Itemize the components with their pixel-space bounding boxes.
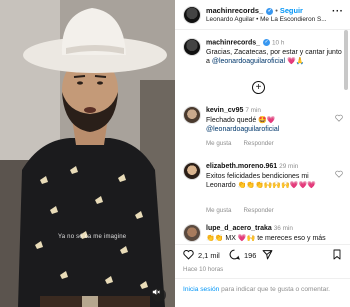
post-header: machinrecords_ ✓ • Seguir Leonardo Aguil…	[175, 0, 350, 30]
comment-text: Flechado quedé 🤩💗 @leonardoaguilaroficia…	[206, 116, 334, 134]
caption-time: 10 h	[272, 39, 285, 47]
more-options-icon[interactable]: ···	[332, 6, 344, 17]
reel-video[interactable]: Ya no sé ca me imagine	[0, 0, 175, 307]
video-frame-illustration	[0, 0, 175, 307]
like-heart-icon[interactable]	[183, 249, 194, 260]
caption-username[interactable]: machinrecords_	[206, 39, 260, 46]
avatar[interactable]	[183, 224, 201, 242]
header-username[interactable]: machinrecords_	[206, 6, 263, 15]
verified-badge-icon: ✓	[266, 7, 274, 15]
caption-mention-link[interactable]: @leonardoaguilaroficial	[212, 58, 285, 65]
muted-speaker-icon	[152, 289, 160, 295]
comments-scrollbar[interactable]	[344, 30, 348, 240]
avatar[interactable]	[183, 6, 201, 24]
likes-count[interactable]: 2,1 mil	[198, 251, 220, 260]
separator: •	[275, 6, 278, 15]
video-overlay-caption: Ya no sé ca me imagine	[58, 234, 127, 240]
comment-like-link[interactable]: Me gusta	[206, 207, 231, 214]
login-prompt: Inicia sesión para indicar que te gusta …	[175, 278, 350, 307]
comment-reply-link[interactable]: Responder	[243, 140, 273, 147]
scrollbar-thumb[interactable]	[344, 30, 348, 90]
comment-time: 29 min	[279, 163, 299, 170]
login-prompt-body: para indicar que te gusta o comentar.	[219, 286, 330, 293]
login-prompt-text: Inicia sesión para indicar que te gusta …	[183, 285, 343, 294]
comment-time: 36 min	[273, 225, 293, 232]
comment-time: 7 min	[245, 107, 261, 114]
login-link[interactable]: Inicia sesión	[183, 286, 219, 293]
comment-reply-link[interactable]: Responder	[243, 207, 273, 214]
mute-button[interactable]	[152, 288, 166, 302]
comment-header: elizabeth.moreno.961 29 min	[206, 163, 298, 170]
avatar[interactable]	[183, 38, 201, 56]
post-actions-bar: 2,1 mil 196	[175, 244, 350, 264]
caption-header: machinrecords_ ✓ 10 h	[206, 39, 284, 46]
comment-body: Flechado quedé 🤩💗	[206, 117, 276, 124]
comment-text: Exitos felicidades bendiciones mi Leonar…	[206, 173, 316, 189]
comment-header: kevin_cv95 7 min	[206, 107, 261, 114]
like-comment-heart-icon[interactable]	[335, 114, 343, 122]
comment-header: lupe_d_acero_traka 36 min	[206, 225, 293, 232]
comment-text: 👏👏 MX 💗🙌 te mereces eso y más	[206, 235, 326, 242]
header-username-line: machinrecords_ ✓ • Seguir	[206, 6, 303, 15]
follow-button[interactable]: Seguir	[280, 6, 303, 15]
avatar[interactable]	[183, 106, 201, 124]
comment-username[interactable]: kevin_cv95	[206, 107, 243, 114]
comment-like-link[interactable]: Me gusta	[206, 140, 231, 147]
avatar[interactable]	[183, 162, 201, 180]
post-panel: machinrecords_ ✓ • Seguir Leonardo Aguil…	[175, 0, 350, 307]
save-bookmark-icon[interactable]	[332, 249, 342, 260]
comment-username[interactable]: elizabeth.moreno.961	[206, 163, 277, 170]
caption-text: Gracias, Zacatecas, por estar y cantar j…	[206, 48, 346, 66]
like-comment-heart-icon[interactable]	[335, 170, 343, 178]
comment-actions: Me gusta Responder	[206, 207, 286, 214]
comment-username[interactable]: lupe_d_acero_traka	[206, 225, 272, 232]
comment-bubble-icon[interactable]	[229, 249, 240, 260]
comments-count[interactable]: 196	[244, 251, 256, 260]
audio-attribution[interactable]: Leonardo Aguilar • Me La Escondieron S..…	[206, 16, 326, 23]
comment-mention-link[interactable]: @leonardoaguilaroficial	[206, 125, 334, 134]
post-age: Hace 10 horas	[183, 266, 224, 273]
comment-actions: Me gusta Responder	[206, 140, 286, 147]
verified-badge-icon: ✓	[263, 39, 271, 46]
plus-icon: +	[255, 81, 262, 93]
caption-emojis: 💗🙏	[287, 58, 305, 65]
share-send-icon[interactable]	[262, 249, 273, 260]
load-more-comments-button[interactable]: +	[252, 81, 265, 94]
